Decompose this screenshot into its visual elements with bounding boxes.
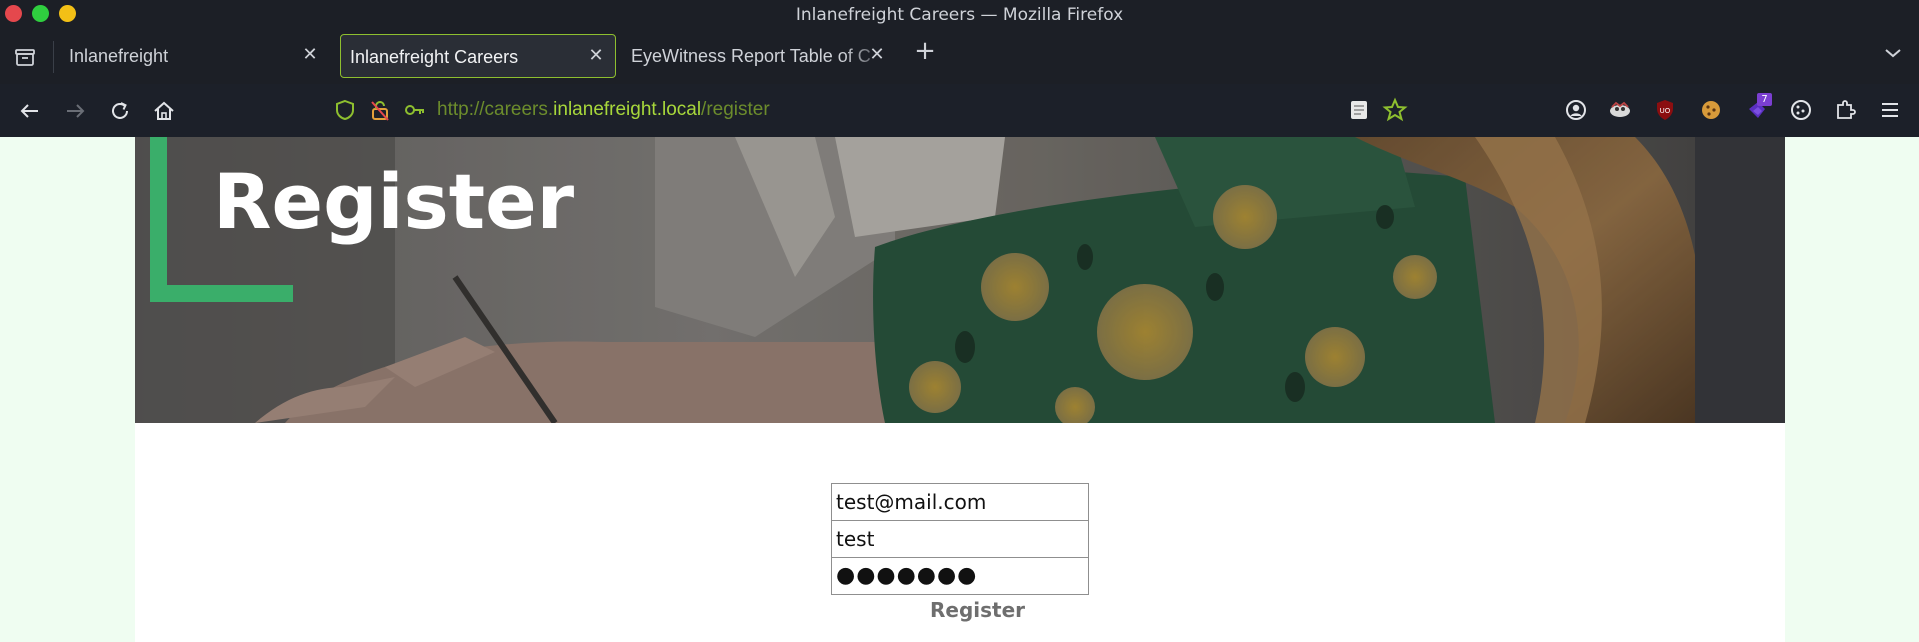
tab-inlanefreight-careers[interactable]: Inlanefreight Careers ✕ [340, 34, 616, 78]
extension-badge-icon[interactable]: 7 [1744, 93, 1772, 123]
hero-accent-bracket-base [150, 285, 293, 302]
home-icon[interactable] [150, 97, 178, 125]
email-field[interactable] [831, 483, 1089, 521]
tab-label: Inlanefreight Careers [350, 47, 519, 67]
tab-list-chevron-icon[interactable] [1881, 41, 1905, 65]
extension-badge-count: 7 [1757, 93, 1772, 106]
ublock-icon[interactable]: UO [1652, 97, 1678, 123]
forward-icon[interactable] [61, 97, 89, 125]
tab-eyewitness-report[interactable]: EyeWitness Report Table of C ✕ [617, 34, 889, 78]
password-field[interactable] [831, 557, 1089, 595]
tab-bar: Inlanefreight ✕ Inlanefreight Careers ✕ … [0, 29, 1919, 84]
url-path: /register [701, 99, 770, 120]
register-button[interactable]: Register [930, 595, 1030, 625]
bookmark-star-icon[interactable] [1382, 97, 1408, 123]
key-icon[interactable] [403, 98, 427, 122]
extension-icon[interactable] [1607, 97, 1633, 123]
navigation-toolbar: http://careers.inlanefreight.local/regis… [0, 84, 1919, 137]
tracking-shield-icon[interactable] [333, 98, 357, 122]
account-icon[interactable] [1563, 97, 1589, 123]
url-scheme: http://careers. [437, 99, 554, 120]
tab-close-icon[interactable]: ✕ [585, 44, 607, 66]
url-bar[interactable]: http://careers.inlanefreight.local/regis… [437, 99, 770, 121]
tab-overview-icon[interactable] [10, 42, 40, 72]
web-page: Register Register [0, 137, 1919, 642]
insecure-lock-icon[interactable] [368, 98, 392, 122]
tab-inlanefreight[interactable]: Inlanefreight ✕ [55, 34, 327, 78]
extensions-puzzle-icon[interactable] [1832, 97, 1858, 123]
tab-close-icon[interactable]: ✕ [866, 43, 888, 65]
url-host: inlanefreight.local [553, 99, 702, 120]
hero-banner: Register [135, 137, 1785, 423]
new-tab-button[interactable]: + [912, 38, 938, 66]
reader-view-icon[interactable] [1346, 97, 1372, 123]
page-title: Register [213, 157, 575, 246]
tab-label: Inlanefreight [69, 46, 169, 66]
register-form-section: Register [135, 423, 1785, 642]
tab-separator [53, 41, 54, 73]
svg-text:UO: UO [1660, 107, 1671, 115]
window-titlebar: Inlanefreight Careers — Mozilla Firefox [0, 0, 1919, 29]
back-icon[interactable] [16, 97, 44, 125]
cookie-editor-icon[interactable] [1788, 97, 1814, 123]
hero-accent-bracket [150, 137, 167, 302]
tab-label: EyeWitness Report Table of C [631, 46, 871, 66]
cookie-icon[interactable] [1698, 97, 1724, 123]
tab-close-icon[interactable]: ✕ [299, 43, 321, 65]
username-field[interactable] [831, 520, 1089, 558]
window-title: Inlanefreight Careers — Mozilla Firefox [795, 5, 1124, 25]
menu-icon[interactable] [1877, 97, 1903, 123]
reload-icon[interactable] [106, 97, 134, 125]
